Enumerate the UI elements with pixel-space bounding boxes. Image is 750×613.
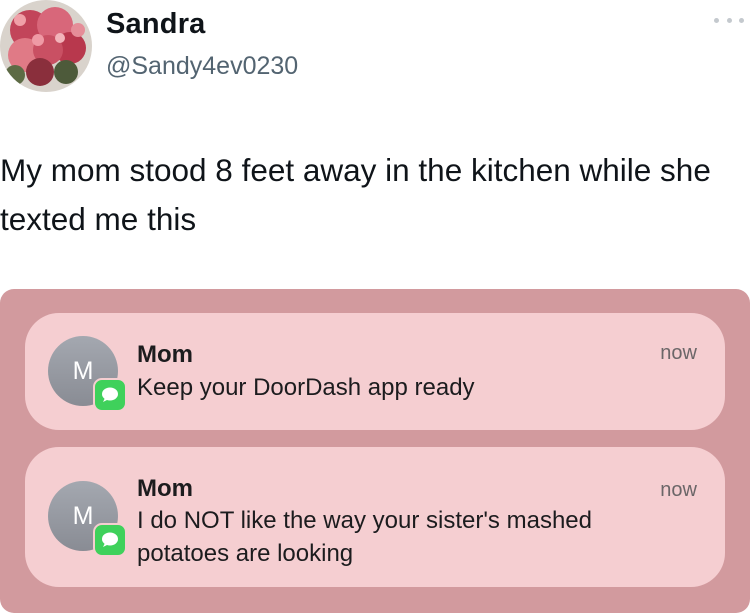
- author-avatar[interactable]: [0, 0, 92, 92]
- tweet-header: Sandra @Sandy4ev0230: [0, 0, 750, 110]
- more-dots-icon[interactable]: [714, 14, 744, 26]
- embedded-screenshot[interactable]: M Mom Keep your DoorDash app ready now M…: [0, 289, 750, 613]
- tweet-text: My mom stood 8 feet away in the kitchen …: [0, 152, 711, 237]
- notification-card: M Mom Keep your DoorDash app ready now: [25, 313, 725, 430]
- notification-sender: Mom: [137, 475, 193, 502]
- messages-app-icon: [93, 523, 127, 557]
- author-display-name[interactable]: Sandra: [106, 8, 206, 41]
- notification-message: Keep your DoorDash app ready: [137, 374, 475, 401]
- notification-time: now: [660, 342, 697, 364]
- notification-sender: Mom: [137, 341, 193, 368]
- flower-bouquet-avatar-icon: [0, 0, 92, 92]
- notification-message: I do NOT like the way your sister's mash…: [137, 507, 592, 567]
- notification-time: now: [660, 479, 697, 501]
- messages-app-icon: [93, 378, 127, 412]
- notification-card: M Mom I do NOT like the way your sister'…: [25, 447, 725, 587]
- author-handle[interactable]: @Sandy4ev0230: [106, 52, 298, 81]
